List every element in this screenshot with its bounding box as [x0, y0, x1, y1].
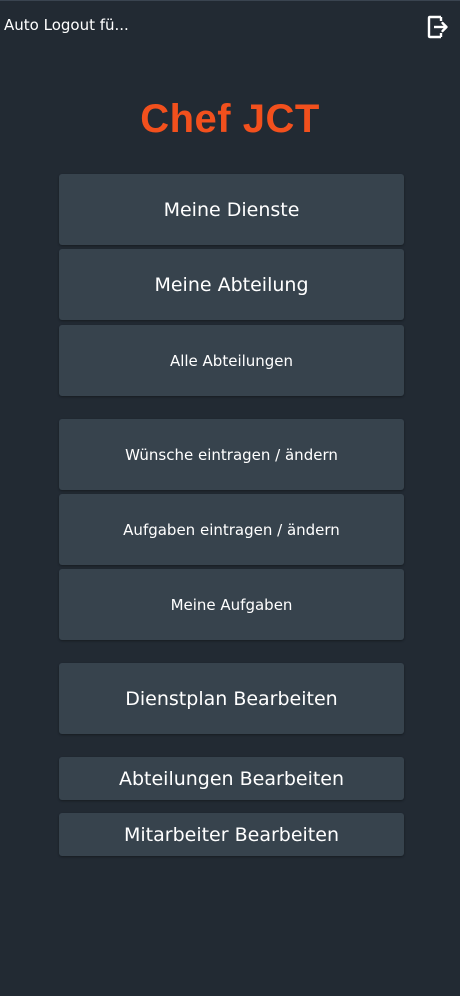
wuensche-eintragen-label: Wünsche eintragen / ändern	[125, 445, 338, 464]
meine-aufgaben-button[interactable]: Meine Aufgaben	[59, 569, 404, 640]
aufgaben-eintragen-button[interactable]: Aufgaben eintragen / ändern	[59, 494, 404, 565]
mitarbeiter-bearbeiten-button[interactable]: Mitarbeiter Bearbeiten	[59, 813, 404, 856]
alle-abteilungen-button[interactable]: Alle Abteilungen	[59, 325, 404, 396]
meine-dienste-button[interactable]: Meine Dienste	[59, 174, 404, 245]
logout-icon[interactable]	[426, 13, 450, 41]
dienstplan-bearbeiten-label: Dienstplan Bearbeiten	[125, 687, 338, 710]
meine-abteilung-button[interactable]: Meine Abteilung	[59, 249, 404, 320]
top-divider	[0, 0, 460, 1]
meine-dienste-label: Meine Dienste	[163, 198, 300, 221]
wuensche-eintragen-button[interactable]: Wünsche eintragen / ändern	[59, 419, 404, 490]
meine-abteilung-label: Meine Abteilung	[154, 273, 309, 296]
mitarbeiter-bearbeiten-label: Mitarbeiter Bearbeiten	[124, 823, 339, 846]
abteilungen-bearbeiten-button[interactable]: Abteilungen Bearbeiten	[59, 757, 404, 800]
auto-logout-label: Auto Logout fü...	[4, 16, 129, 34]
aufgaben-eintragen-label: Aufgaben eintragen / ändern	[123, 520, 340, 539]
dienstplan-bearbeiten-button[interactable]: Dienstplan Bearbeiten	[59, 663, 404, 734]
alle-abteilungen-label: Alle Abteilungen	[169, 351, 294, 370]
abteilungen-bearbeiten-label: Abteilungen Bearbeiten	[118, 767, 345, 790]
app-title: Chef JCT	[140, 97, 320, 141]
meine-aufgaben-label: Meine Aufgaben	[170, 595, 293, 614]
